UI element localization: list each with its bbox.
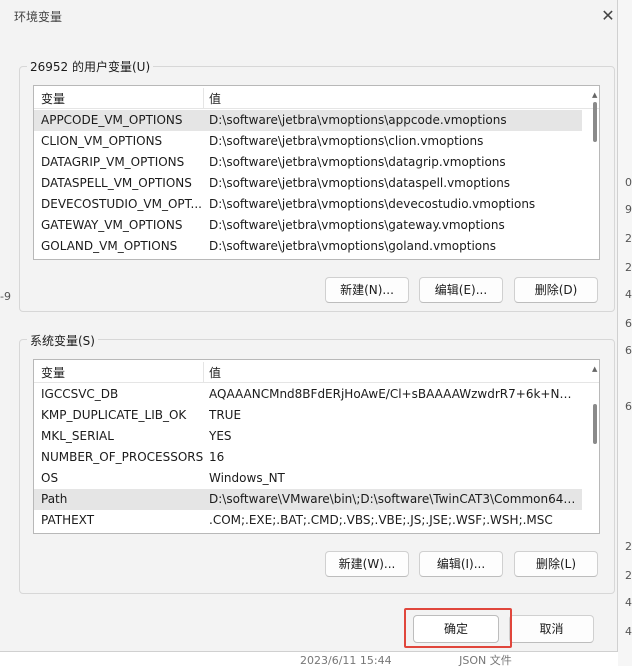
var-name: DATASPELL_VM_OPTIONS (41, 176, 192, 190)
dialog-title: 环境变量 (14, 10, 63, 24)
var-value: D:\software\jetbra\vmoptions\appcode.vmo… (209, 113, 507, 127)
var-name: KMP_DUPLICATE_LIB_OK (41, 408, 187, 422)
var-name: IGCCSVC_DB (41, 387, 119, 401)
var-value: YES (209, 429, 232, 443)
bg-fragment: 2, (625, 232, 632, 245)
var-value: .COM;.EXE;.BAT;.CMD;.VBS;.VBE;.JS;.JSE;.… (209, 513, 553, 527)
bg-fragment: 4, (625, 288, 632, 301)
table-row[interactable]: DATAGRIP_VM_OPTIONS D:\software\jetbra\v… (34, 152, 582, 173)
background-window-edge: 0, 9, 2, 2, 4, 6, 6, 6, 2, 2, 4, 4, (618, 0, 632, 666)
column-header-value[interactable]: 值 (209, 90, 577, 107)
ok-highlight-box (404, 608, 512, 648)
system-list-scrollbar[interactable] (593, 404, 597, 444)
table-row[interactable]: IGCCSVC_DB AQAAANCMnd8BFdERjHoAwE/Cl+sBA… (34, 384, 582, 405)
bg-fragment: 4, (625, 625, 632, 638)
column-divider[interactable] (203, 88, 204, 108)
var-value: Windows_NT (209, 471, 285, 485)
bg-fragment: 6, (625, 400, 632, 413)
system-new-button[interactable]: 新建(W)... (325, 551, 409, 577)
bg-fragment: 0, (625, 176, 632, 189)
column-header-name[interactable]: 变量 (41, 364, 203, 381)
var-value: AQAAANCMnd8BFdERjHoAwE/Cl+sBAAAAWzwdrR7+… (209, 387, 577, 401)
table-row[interactable]: NUMBER_OF_PROCESSORS 16 (34, 447, 582, 468)
var-name: DATAGRIP_VM_OPTIONS (41, 155, 185, 169)
list-header: 变量 值 (34, 360, 599, 383)
column-header-name[interactable]: 变量 (41, 90, 203, 107)
user-new-button[interactable]: 新建(N)... (325, 277, 409, 303)
user-edit-button[interactable]: 编辑(E)... (419, 277, 503, 303)
scroll-up-icon[interactable]: ▲ (592, 366, 598, 373)
var-value: D:\software\VMware\bin\;D:\software\Twin… (209, 492, 577, 506)
var-value: D:\software\jetbra\vmoptions\gateway.vmo… (209, 218, 505, 232)
var-name: CLION_VM_OPTIONS (41, 134, 163, 148)
column-divider[interactable] (203, 362, 204, 382)
var-name: GOLAND_VM_OPTIONS (41, 239, 178, 253)
var-name: APPCODE_VM_OPTIONS (41, 113, 183, 127)
user-list-scrollbar[interactable] (593, 102, 597, 142)
table-row[interactable]: PATHEXT .COM;.EXE;.BAT;.CMD;.VBS;.VBE;.J… (34, 510, 582, 531)
bg-file-date: 2023/6/11 15:44 (300, 654, 392, 667)
table-row[interactable]: MKL_SERIAL YES (34, 426, 582, 447)
system-edit-button[interactable]: 编辑(I)... (419, 551, 503, 577)
var-name: OS (41, 471, 59, 485)
bg-fragment: 2, (625, 261, 632, 274)
column-header-value[interactable]: 值 (209, 364, 577, 381)
var-name: GATEWAY_VM_OPTIONS (41, 218, 183, 232)
var-name: Path (41, 492, 68, 506)
table-row[interactable]: CLION_VM_OPTIONS D:\software\jetbra\vmop… (34, 131, 582, 152)
var-value: 16 (209, 450, 225, 464)
var-value: D:\software\jetbra\vmoptions\datagrip.vm… (209, 155, 506, 169)
environment-variables-dialog: 环境变量 ✕ 26952 的用户变量(U) 变量 值 APPCODE_VM_OP… (0, 0, 618, 652)
var-value: D:\software\jetbra\vmoptions\goland.vmop… (209, 239, 496, 253)
bg-fragment: 2, (625, 540, 632, 553)
user-variables-label: 26952 的用户变量(U) (27, 58, 154, 75)
var-value: D:\software\jetbra\vmoptions\dataspell.v… (209, 176, 511, 190)
table-row[interactable]: Path D:\software\VMware\bin\;D:\software… (34, 489, 582, 510)
table-row[interactable]: APPCODE_VM_OPTIONS D:\software\jetbra\vm… (34, 110, 582, 131)
var-value: D:\software\jetbra\vmoptions\devecostudi… (209, 197, 536, 211)
table-row[interactable]: KMP_DUPLICATE_LIB_OK TRUE (34, 405, 582, 426)
bg-left-fragment: -9 (0, 290, 11, 303)
table-row[interactable]: GATEWAY_VM_OPTIONS D:\software\jetbra\vm… (34, 215, 582, 236)
system-variables-list[interactable]: 变量 值 IGCCSVC_DB AQAAANCMnd8BFdERjHoAwE/C… (33, 359, 600, 534)
scroll-up-icon[interactable]: ▲ (592, 92, 598, 99)
var-name: NUMBER_OF_PROCESSORS (41, 450, 203, 464)
table-row[interactable]: DATASPELL_VM_OPTIONS D:\software\jetbra\… (34, 173, 582, 194)
table-row[interactable]: OS Windows_NT (34, 468, 582, 489)
user-delete-button[interactable]: 删除(D) (514, 277, 598, 303)
close-icon[interactable]: ✕ (597, 6, 619, 26)
system-delete-button[interactable]: 删除(L) (514, 551, 598, 577)
bg-fragment: 9, (625, 203, 632, 216)
bg-fragment: 2, (625, 569, 632, 582)
bg-fragment: 6, (625, 344, 632, 357)
cancel-button[interactable]: 取消 (509, 615, 594, 643)
var-name: PATHEXT (41, 513, 95, 527)
var-name: DEVECOSTUDIO_VM_OPT... (41, 197, 202, 211)
bg-fragment: 6, (625, 317, 632, 330)
var-value: TRUE (209, 408, 242, 422)
user-variables-list[interactable]: 变量 值 APPCODE_VM_OPTIONS D:\software\jetb… (33, 85, 600, 260)
table-row[interactable]: DEVECOSTUDIO_VM_OPT... D:\software\jetbr… (34, 194, 582, 215)
bg-fragment: 4, (625, 596, 632, 609)
bg-file-type: JSON 文件 (459, 654, 512, 667)
var-name: MKL_SERIAL (41, 429, 114, 443)
system-variables-label: 系统变量(S) (27, 332, 98, 349)
var-value: D:\software\jetbra\vmoptions\clion.vmopt… (209, 134, 484, 148)
table-row[interactable]: GOLAND_VM_OPTIONS D:\software\jetbra\vmo… (34, 236, 582, 257)
list-header: 变量 值 (34, 86, 599, 109)
